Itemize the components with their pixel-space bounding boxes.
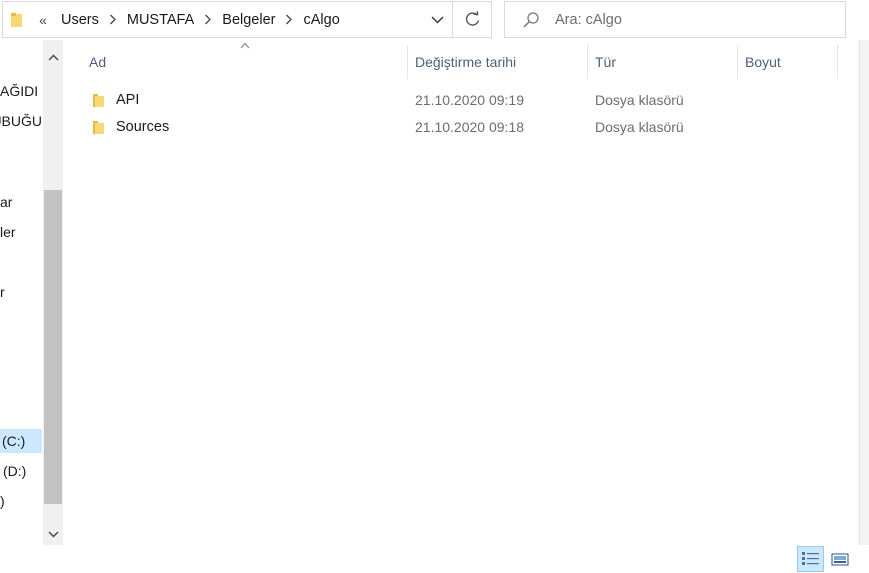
folder-icon [11, 13, 22, 27]
address-history-button[interactable] [421, 2, 453, 37]
nav-item[interactable]: r [0, 280, 42, 304]
search-input[interactable] [555, 8, 835, 32]
file-name: API [116, 92, 140, 108]
nav-item-label: ) [0, 493, 5, 509]
nav-item-label: AĞIDI [0, 83, 39, 99]
nav-item[interactable]: AĞIDI [0, 79, 42, 103]
address-toolbar: « Users MUSTAFA Belgeler cAlgo [0, 0, 869, 40]
breadcrumb-overflow-button[interactable]: « [33, 12, 53, 28]
nav-item-label: ler [0, 224, 16, 240]
nav-item[interactable]: UBUĞU [0, 109, 42, 133]
chevron-right-icon[interactable] [99, 14, 127, 25]
column-divider[interactable] [737, 45, 738, 79]
nav-item-drive-d[interactable]: (D:) [0, 459, 42, 483]
nav-item-label: (C:) [2, 433, 26, 449]
refresh-icon [465, 11, 479, 26]
column-header-size[interactable]: Boyut [745, 45, 781, 79]
file-type: Dosya klasörü [595, 92, 684, 108]
details-view-icon [802, 552, 819, 565]
nav-item-label: r [0, 284, 5, 300]
nav-scrollbar[interactable] [43, 40, 63, 545]
large-icons-view-button[interactable] [828, 546, 852, 572]
folder-icon [93, 94, 104, 107]
refresh-button[interactable] [453, 1, 492, 38]
window-edge [859, 40, 869, 573]
file-modified: 21.10.2020 09:19 [415, 92, 524, 108]
scroll-up-button[interactable] [43, 47, 63, 67]
search-box[interactable] [504, 1, 846, 38]
column-divider[interactable] [837, 45, 838, 79]
chevron-down-icon [48, 531, 58, 537]
nav-item-label: (D:) [3, 463, 27, 479]
nav-item-label: UBUĞU [0, 113, 42, 129]
chevron-right-icon[interactable] [275, 14, 303, 25]
column-header-modified[interactable]: Değiştirme tarihi [415, 45, 516, 79]
breadcrumb-item-calgo[interactable]: cAlgo [303, 12, 339, 28]
chevron-up-icon [48, 54, 58, 60]
details-view-button[interactable] [797, 546, 824, 572]
file-name: Sources [116, 119, 170, 135]
folder-icon [93, 121, 104, 134]
file-type: Dosya klasörü [595, 119, 684, 135]
scroll-down-button[interactable] [43, 524, 63, 544]
list-item[interactable]: Sources 21.10.2020 09:18 Dosya klasörü [80, 114, 840, 140]
address-bar[interactable]: « Users MUSTAFA Belgeler cAlgo [2, 1, 453, 38]
nav-item[interactable]: ar [0, 190, 42, 214]
nav-item[interactable]: ler [0, 220, 42, 244]
breadcrumb-item-mustafa[interactable]: MUSTAFA [127, 12, 194, 28]
file-list: Ad Değiştirme tarihi Tür Boyut API 21.10… [64, 40, 859, 545]
navigation-pane: AĞIDI UBUĞU ar ler r (C:) (D:) ) [0, 40, 64, 545]
column-header-type[interactable]: Tür [595, 45, 616, 79]
sort-ascending-icon [240, 42, 250, 49]
breadcrumb: « Users MUSTAFA Belgeler cAlgo [33, 2, 340, 37]
column-header-name[interactable]: Ad [89, 45, 106, 79]
breadcrumb-item-belgeler[interactable]: Belgeler [222, 12, 275, 28]
nav-item[interactable]: ) [0, 489, 42, 513]
large-icons-view-icon [831, 552, 849, 566]
column-divider[interactable] [407, 45, 408, 79]
column-divider[interactable] [587, 45, 588, 79]
nav-item-drive-c[interactable]: (C:) [0, 429, 42, 453]
scroll-thumb[interactable] [44, 190, 62, 504]
chevron-down-icon [431, 16, 443, 23]
file-modified: 21.10.2020 09:18 [415, 119, 524, 135]
breadcrumb-item-users[interactable]: Users [61, 12, 99, 28]
chevron-right-icon[interactable] [194, 14, 222, 25]
list-item[interactable]: API 21.10.2020 09:19 Dosya klasörü [80, 87, 840, 113]
nav-item-label: ar [0, 194, 13, 210]
search-icon [523, 12, 539, 28]
status-bar [0, 545, 869, 573]
